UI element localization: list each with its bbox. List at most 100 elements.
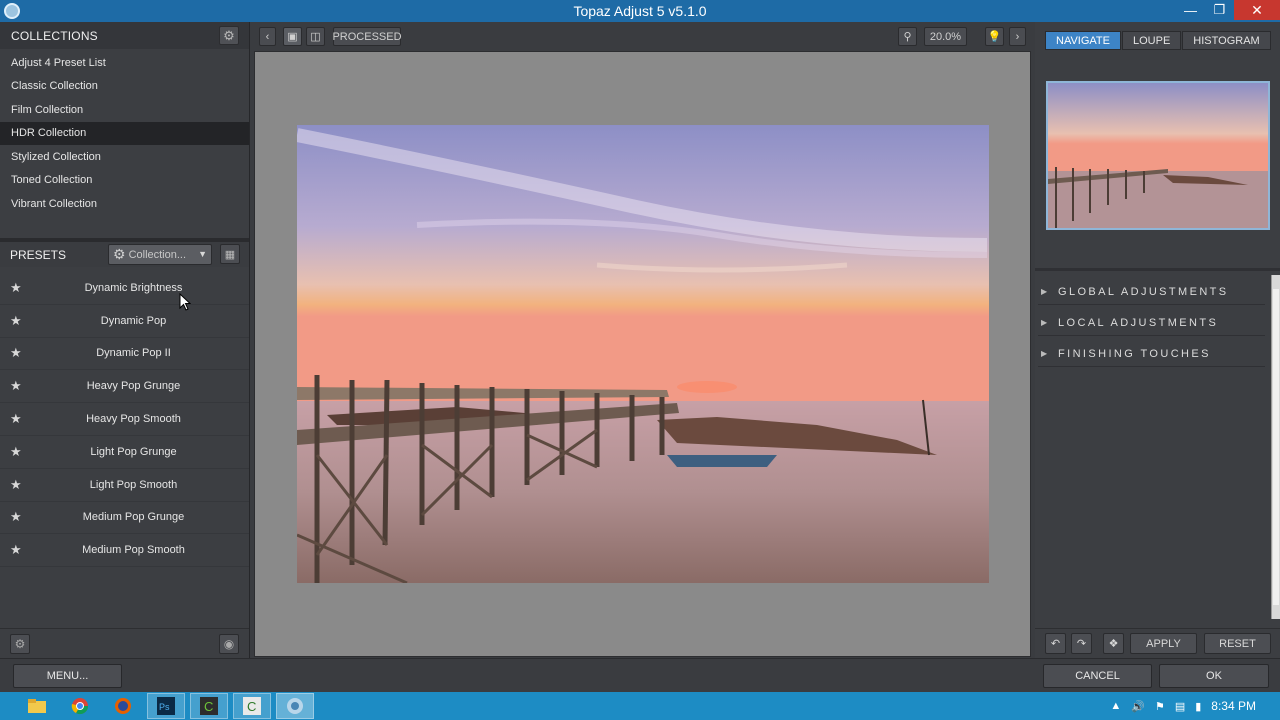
flag-icon[interactable]: ⚑ xyxy=(1155,700,1165,713)
preset-item[interactable]: ★ Dynamic Pop xyxy=(0,305,249,338)
right-panel-scrollbar[interactable] xyxy=(1271,275,1280,619)
collection-label: Stylized Collection xyxy=(11,150,101,163)
preview-canvas[interactable] xyxy=(254,51,1031,657)
star-icon[interactable]: ★ xyxy=(10,477,22,493)
preset-item[interactable]: ★ Medium Pop Smooth xyxy=(0,534,249,568)
file-explorer-icon[interactable] xyxy=(18,693,56,719)
system-tray: ▲ 🔊 ⚑ ▤ ▮ 8:34 PM xyxy=(1110,692,1280,720)
network-icon[interactable]: ▤ xyxy=(1175,700,1185,713)
minimize-button[interactable]: — xyxy=(1176,0,1205,20)
star-icon[interactable]: ★ xyxy=(10,542,22,558)
camera-icon[interactable]: ◉ xyxy=(219,634,239,654)
collections-list: Adjust 4 Preset List Classic Collection … xyxy=(0,49,249,216)
star-icon[interactable]: ★ xyxy=(10,280,22,296)
star-icon[interactable]: ★ xyxy=(10,509,22,525)
preset-item[interactable]: ★ Heavy Pop Smooth xyxy=(0,403,249,436)
mouse-cursor-icon xyxy=(179,293,191,311)
undo-icon[interactable]: ↶ xyxy=(1045,633,1066,654)
preset-label: Light Pop Smooth xyxy=(89,478,178,491)
collapse-right-chevron-icon[interactable]: › xyxy=(1009,27,1026,46)
reset-button[interactable]: RESET xyxy=(1204,633,1271,654)
app-icon[interactable] xyxy=(4,3,20,19)
collection-filter-dropdown[interactable]: ⚙ Collection... ▼ xyxy=(108,244,212,265)
tab-navigate[interactable]: NAVIGATE xyxy=(1045,31,1121,50)
bottom-bar: MENU... CANCEL OK xyxy=(0,658,1280,692)
collapse-left-chevron-icon[interactable]: ‹ xyxy=(259,27,276,46)
close-button[interactable]: ✕ xyxy=(1234,0,1280,20)
global-adjustments-section[interactable]: ▶ GLOBAL ADJUSTMENTS xyxy=(1038,279,1265,305)
collection-item[interactable]: Film Collection xyxy=(0,98,249,122)
cancel-button[interactable]: CANCEL xyxy=(1043,664,1152,688)
apply-button[interactable]: APPLY xyxy=(1130,633,1197,654)
preset-label: Dynamic Pop xyxy=(100,314,167,327)
dropdown-value: Collection... xyxy=(128,248,187,261)
scrollbar-thumb[interactable] xyxy=(1273,289,1279,605)
settings-gear-icon[interactable]: ⚙ xyxy=(10,634,30,654)
tab-loupe[interactable]: LOUPE xyxy=(1122,31,1182,50)
volume-icon[interactable]: 🔊 xyxy=(1131,700,1145,713)
camtasia-recorder-icon[interactable]: C xyxy=(190,693,228,719)
left-panel-footer: ⚙ ◉ xyxy=(0,628,249,658)
preset-item[interactable]: ★ Medium Pop Grunge xyxy=(0,502,249,535)
collections-header: COLLECTIONS ⚙ xyxy=(0,22,249,49)
camtasia-studio-icon[interactable]: C xyxy=(233,693,271,719)
lightbulb-icon[interactable]: 💡 xyxy=(985,27,1004,46)
power-icon[interactable]: ▮ xyxy=(1195,700,1201,713)
finishing-touches-section[interactable]: ▶ FINISHING TOUCHES xyxy=(1038,341,1265,367)
collection-item[interactable]: Stylized Collection xyxy=(0,145,249,169)
star-icon[interactable]: ★ xyxy=(10,444,22,460)
split-view-icon[interactable]: ◫ xyxy=(306,27,325,46)
single-view-icon[interactable]: ▣ xyxy=(283,27,302,46)
firefox-icon[interactable] xyxy=(104,693,142,719)
processed-toggle-button[interactable]: PROCESSED xyxy=(332,27,402,46)
preset-item[interactable]: ★ Light Pop Grunge xyxy=(0,436,249,469)
collection-item[interactable]: Adjust 4 Preset List xyxy=(0,51,249,75)
svg-text:C: C xyxy=(204,699,213,714)
collection-label: Classic Collection xyxy=(11,80,98,93)
preset-item[interactable]: ★ Light Pop Smooth xyxy=(0,469,249,502)
zoom-search-icon[interactable]: ⚲ xyxy=(898,27,917,46)
preset-label: Medium Pop Smooth xyxy=(82,544,185,557)
star-icon[interactable]: ★ xyxy=(10,345,22,361)
preview-toolbar: ‹ ▣ ◫ PROCESSED ⚲ 20.0% 💡 › xyxy=(251,22,1034,50)
redo-icon[interactable]: ↷ xyxy=(1071,633,1092,654)
preset-item[interactable]: ★ Dynamic Brightness xyxy=(0,272,249,305)
grid-view-icon[interactable]: ▦ xyxy=(220,244,240,264)
svg-text:Ps: Ps xyxy=(159,702,170,712)
preview-photo xyxy=(297,125,989,583)
navigator-thumbnail[interactable] xyxy=(1046,81,1270,230)
presets-title: PRESETS xyxy=(10,247,67,262)
expand-arrow-icon: ▶ xyxy=(1041,349,1048,358)
window-title: Topaz Adjust 5 v5.1.0 xyxy=(573,3,707,19)
section-label: LOCAL ADJUSTMENTS xyxy=(1058,316,1219,329)
preset-item[interactable]: ★ Dynamic Pop II xyxy=(0,338,249,371)
star-icon[interactable]: ★ xyxy=(10,313,22,329)
show-hidden-icons-icon[interactable]: ▲ xyxy=(1110,700,1121,712)
collection-item-selected[interactable]: HDR Collection xyxy=(0,121,249,145)
stamp-icon[interactable]: ❖ xyxy=(1103,633,1124,654)
preset-label: Heavy Pop Smooth xyxy=(86,413,181,426)
local-adjustments-section[interactable]: ▶ LOCAL ADJUSTMENTS xyxy=(1038,310,1265,336)
preset-label: Dynamic Brightness xyxy=(84,281,183,294)
photoshop-icon[interactable]: Ps xyxy=(147,693,185,719)
right-panel-footer: ↶ ↷ ❖ APPLY RESET xyxy=(1035,628,1280,658)
topaz-adjust-icon[interactable] xyxy=(276,693,314,719)
menu-button[interactable]: MENU... xyxy=(13,664,122,688)
zoom-level[interactable]: 20.0% xyxy=(924,27,967,46)
collection-item[interactable]: Vibrant Collection xyxy=(0,192,249,216)
clock[interactable]: 8:34 PM xyxy=(1211,699,1256,713)
collection-label: Film Collection xyxy=(11,103,84,116)
tab-histogram[interactable]: HISTOGRAM xyxy=(1182,31,1271,50)
dropdown-arrow-icon: ▼ xyxy=(198,249,207,259)
star-icon[interactable]: ★ xyxy=(10,411,22,427)
ok-button[interactable]: OK xyxy=(1159,664,1269,688)
preset-item[interactable]: ★ Heavy Pop Grunge xyxy=(0,370,249,404)
svg-text:C: C xyxy=(247,699,256,714)
collections-settings-gear-icon[interactable]: ⚙ xyxy=(219,26,239,45)
collection-item[interactable]: Classic Collection xyxy=(0,75,249,99)
preset-label: Dynamic Pop II xyxy=(96,347,171,360)
collection-item[interactable]: Toned Collection xyxy=(0,169,249,193)
restore-button[interactable]: ❐ xyxy=(1205,0,1234,20)
star-icon[interactable]: ★ xyxy=(10,378,22,394)
chrome-icon[interactable] xyxy=(61,693,99,719)
